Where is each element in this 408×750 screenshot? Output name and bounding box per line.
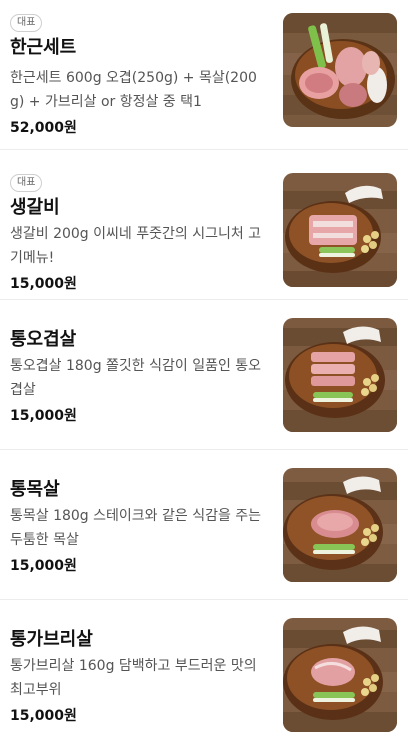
menu-item-image[interactable]	[283, 13, 397, 127]
menu-item-image[interactable]	[283, 468, 397, 582]
menu-list: 대표 한근세트 한근세트 600g 오겹(250g) + 목살(200g) + …	[0, 0, 408, 750]
menu-item-description: 통가브리살 160g 담백하고 부드러운 맛의 최고부위	[10, 658, 257, 698]
menu-item-description: 통오겹살 180g 쫄깃한 식감이 일품인 통오겹살	[10, 358, 262, 398]
menu-item[interactable]: 통오겹살 통오겹살 180g 쫄깃한 식감이 일품인 통오겹살 15,000원	[0, 300, 408, 450]
menu-item-price: 15,000원	[10, 276, 77, 292]
menu-item-name: 통목살	[10, 479, 60, 500]
menu-item-price: 15,000원	[10, 558, 77, 574]
menu-item-name: 한근세트	[10, 37, 77, 58]
menu-item-image[interactable]	[283, 318, 397, 432]
menu-item-text: 통오겹살 통오겹살 180g 쫄깃한 식감이 일품인 통오겹살 15,000원	[10, 324, 270, 426]
menu-item[interactable]: 대표 생갈비 생갈비 200g 이씨네 푸줏간의 시그니처 고기메뉴! 15,0…	[0, 150, 408, 300]
pork-rib-platter-icon	[283, 173, 397, 287]
menu-item-text: 통가브리살 통가브리살 160g 담백하고 부드러운 맛의 최고부위 15,00…	[10, 624, 270, 726]
pork-jowl-platter-icon	[283, 618, 397, 732]
menu-item-text: 대표 한근세트 한근세트 600g 오겹(250g) + 목살(200g) + …	[10, 10, 270, 138]
menu-item-name: 생갈비	[10, 197, 60, 218]
menu-item-image[interactable]	[283, 173, 397, 287]
signature-badge: 대표	[10, 14, 43, 32]
pork-belly-platter-icon	[283, 318, 397, 432]
menu-item-description: 통목살 180g 스테이크와 같은 식감을 주는 두툼한 목살	[10, 508, 262, 548]
menu-item[interactable]: 통목살 통목살 180g 스테이크와 같은 식감을 주는 두툼한 목살 15,0…	[0, 450, 408, 600]
menu-item-text: 대표 생갈비 생갈비 200g 이씨네 푸줏간의 시그니처 고기메뉴! 15,0…	[10, 170, 270, 294]
menu-item-description: 한근세트 600g 오겹(250g) + 목살(200g) + 가브리살 or …	[10, 70, 257, 110]
pork-neck-platter-icon	[283, 468, 397, 582]
menu-item-name: 통오겹살	[10, 329, 77, 350]
menu-item[interactable]: 통가브리살 통가브리살 160g 담백하고 부드러운 맛의 최고부위 15,00…	[0, 600, 408, 750]
menu-item-price: 15,000원	[10, 408, 77, 424]
menu-item-image[interactable]	[283, 618, 397, 732]
menu-item-price: 52,000원	[10, 120, 77, 136]
pork-set-platter-icon	[283, 13, 397, 127]
menu-item[interactable]: 대표 한근세트 한근세트 600g 오겹(250g) + 목살(200g) + …	[0, 0, 408, 150]
signature-badge: 대표	[10, 174, 43, 192]
menu-item-price: 15,000원	[10, 708, 77, 724]
menu-item-text: 통목살 통목살 180g 스테이크와 같은 식감을 주는 두툼한 목살 15,0…	[10, 474, 270, 576]
menu-item-description: 생갈비 200g 이씨네 푸줏간의 시그니처 고기메뉴!	[10, 226, 262, 266]
menu-item-name: 통가브리살	[10, 629, 93, 650]
